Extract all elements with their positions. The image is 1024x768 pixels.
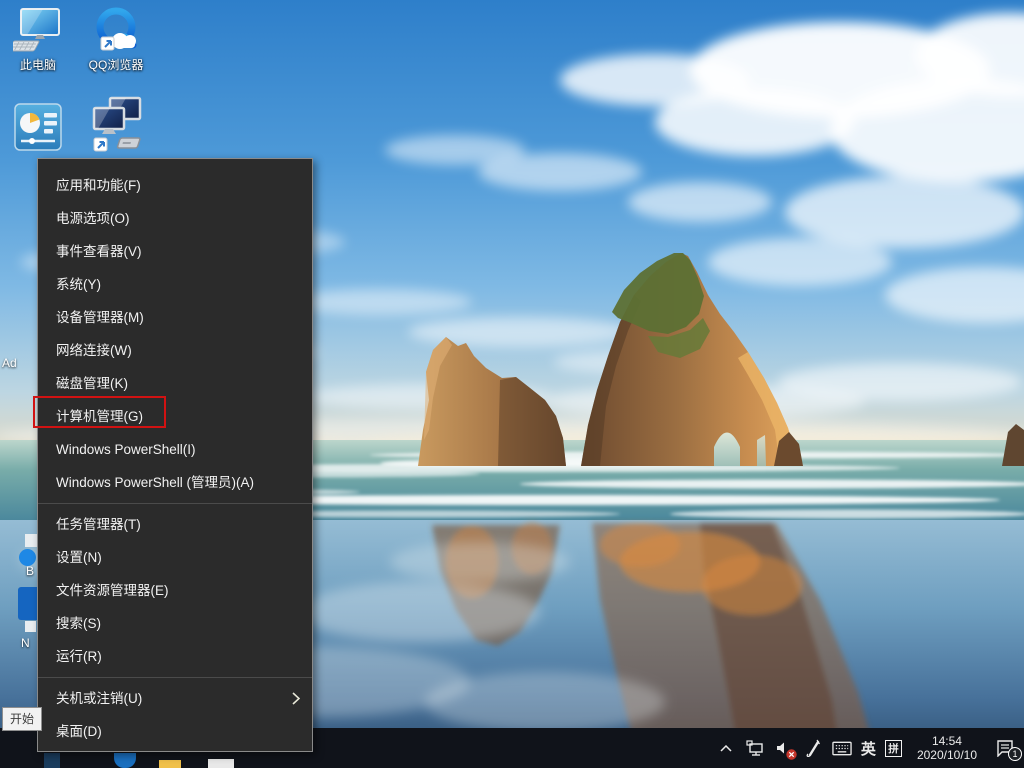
partial-icon-fragment [25,621,36,632]
taskbar-icon-fragment [114,753,136,768]
winx-context-menu: 应用和功能(F) 电源选项(O) 事件查看器(V) 系统(Y) 设备管理器(M)… [37,158,313,752]
partial-icon-fragment [18,587,37,620]
this-pc-icon [13,8,63,54]
desktop-icon-management[interactable] [0,102,76,152]
system-tray: 英 拼 14:54 2020/10/10 1 [716,728,1022,768]
menu-item-run[interactable]: 运行(R) [38,640,312,673]
notification-badge: 1 [1008,747,1022,761]
menu-item-network-connections[interactable]: 网络连接(W) [38,334,312,367]
desktop-icon-label: 此电脑 [0,56,76,73]
partial-icon-label-b: B [26,564,34,578]
menu-item-file-explorer[interactable]: 文件资源管理器(E) [38,574,312,607]
partial-icon-fragment [25,534,37,547]
menu-item-device-manager[interactable]: 设备管理器(M) [38,301,312,334]
desktop-icon-label: QQ浏览器 [78,56,154,73]
network-icon[interactable] [745,734,765,762]
menu-item-system[interactable]: 系统(Y) [38,268,312,301]
menu-item-apps-features[interactable]: 应用和功能(F) [38,169,312,202]
menu-item-desktop[interactable]: 桌面(D) [38,715,312,748]
desktop-icon-qq-browser[interactable]: QQ浏览器 [78,6,154,73]
partial-icon-label-ad: Ad [2,356,17,370]
menu-item-computer-management[interactable]: 计算机管理(G) [38,400,312,433]
windows-ink-pen-icon[interactable] [803,734,823,762]
desktop-icon-network[interactable] [78,96,154,154]
taskbar-icon-fragment [208,759,234,768]
qq-browser-icon [89,6,143,54]
menu-item-search[interactable]: 搜索(S) [38,607,312,640]
menu-item-settings[interactable]: 设置(N) [38,541,312,574]
tray-chevron-up-icon[interactable] [716,734,736,762]
desktop-icon-this-pc[interactable]: 此电脑 [0,8,76,73]
ime-pinyin-indicator[interactable]: 拼 [885,740,902,757]
menu-item-shutdown-signout[interactable]: 关机或注销(U) [38,682,312,715]
menu-item-disk-management[interactable]: 磁盘管理(K) [38,367,312,400]
menu-item-power-options[interactable]: 电源选项(O) [38,202,312,235]
volume-muted-icon[interactable] [774,734,794,762]
taskbar-icon-fragment [159,760,181,768]
menu-separator [38,503,312,504]
touch-keyboard-icon[interactable] [832,734,852,762]
menu-separator [38,677,312,678]
partial-icon-label-n: N [21,636,30,650]
ime-language-indicator[interactable]: 英 [861,738,876,759]
computer-management-icon [13,102,63,152]
menu-item-powershell[interactable]: Windows PowerShell(I) [38,433,312,466]
menu-item-powershell-admin[interactable]: Windows PowerShell (管理员)(A) [38,466,312,499]
clock-date: 2020/10/10 [917,748,977,762]
start-button-tooltip: 开始 [2,707,42,731]
clock-time: 14:54 [917,734,977,748]
desktop: 此电脑 QQ浏览器 [0,0,1024,768]
menu-item-event-viewer[interactable]: 事件查看器(V) [38,235,312,268]
menu-item-task-manager[interactable]: 任务管理器(T) [38,508,312,541]
taskbar-icon-fragment [44,753,60,768]
network-places-icon [86,96,146,154]
taskbar-clock[interactable]: 14:54 2020/10/10 [911,734,983,762]
submenu-chevron-icon [292,692,300,705]
action-center-icon[interactable]: 1 [992,734,1018,762]
